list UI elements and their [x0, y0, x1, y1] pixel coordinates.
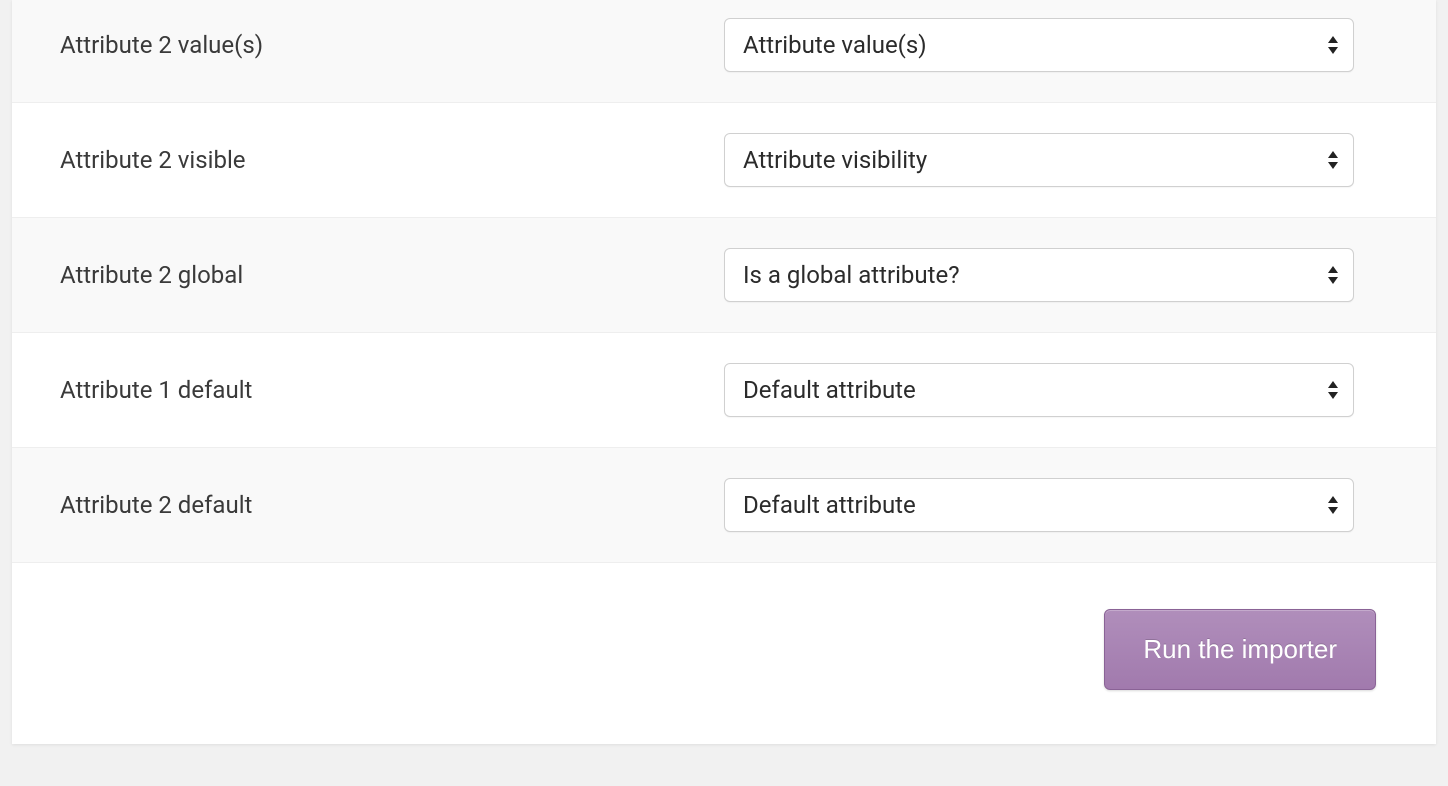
attribute-visibility-select[interactable]: Attribute visibility: [724, 133, 1354, 187]
mapping-row: Attribute 1 default Default attribute: [12, 333, 1436, 448]
importer-mapping-panel: Attribute 2 value(s) Attribute value(s) …: [12, 0, 1436, 744]
select-display: Is a global attribute?: [724, 248, 1354, 302]
attribute-1-default-select[interactable]: Default attribute: [724, 363, 1354, 417]
mapping-row: Attribute 2 global Is a global attribute…: [12, 218, 1436, 333]
mapping-row-control: Attribute visibility: [724, 133, 1388, 187]
mapping-row-label: Attribute 2 visible: [60, 146, 724, 174]
mapping-row: Attribute 2 value(s) Attribute value(s): [12, 0, 1436, 103]
mapping-row-control: Is a global attribute?: [724, 248, 1388, 302]
panel-footer: Run the importer: [12, 563, 1436, 744]
mapping-row-label: Attribute 2 global: [60, 261, 724, 289]
mapping-row-control: Attribute value(s): [724, 18, 1388, 72]
attribute-values-select[interactable]: Attribute value(s): [724, 18, 1354, 72]
select-display: Attribute visibility: [724, 133, 1354, 187]
run-importer-button[interactable]: Run the importer: [1104, 609, 1376, 690]
mapping-row-label: Attribute 1 default: [60, 376, 724, 404]
mapping-row: Attribute 2 default Default attribute: [12, 448, 1436, 563]
select-display: Default attribute: [724, 478, 1354, 532]
mapping-row-label: Attribute 2 value(s): [60, 31, 724, 59]
mapping-row-control: Default attribute: [724, 363, 1388, 417]
attribute-2-default-select[interactable]: Default attribute: [724, 478, 1354, 532]
mapping-row: Attribute 2 visible Attribute visibility: [12, 103, 1436, 218]
select-display: Default attribute: [724, 363, 1354, 417]
mapping-row-label: Attribute 2 default: [60, 491, 724, 519]
select-display: Attribute value(s): [724, 18, 1354, 72]
mapping-row-control: Default attribute: [724, 478, 1388, 532]
attribute-global-select[interactable]: Is a global attribute?: [724, 248, 1354, 302]
